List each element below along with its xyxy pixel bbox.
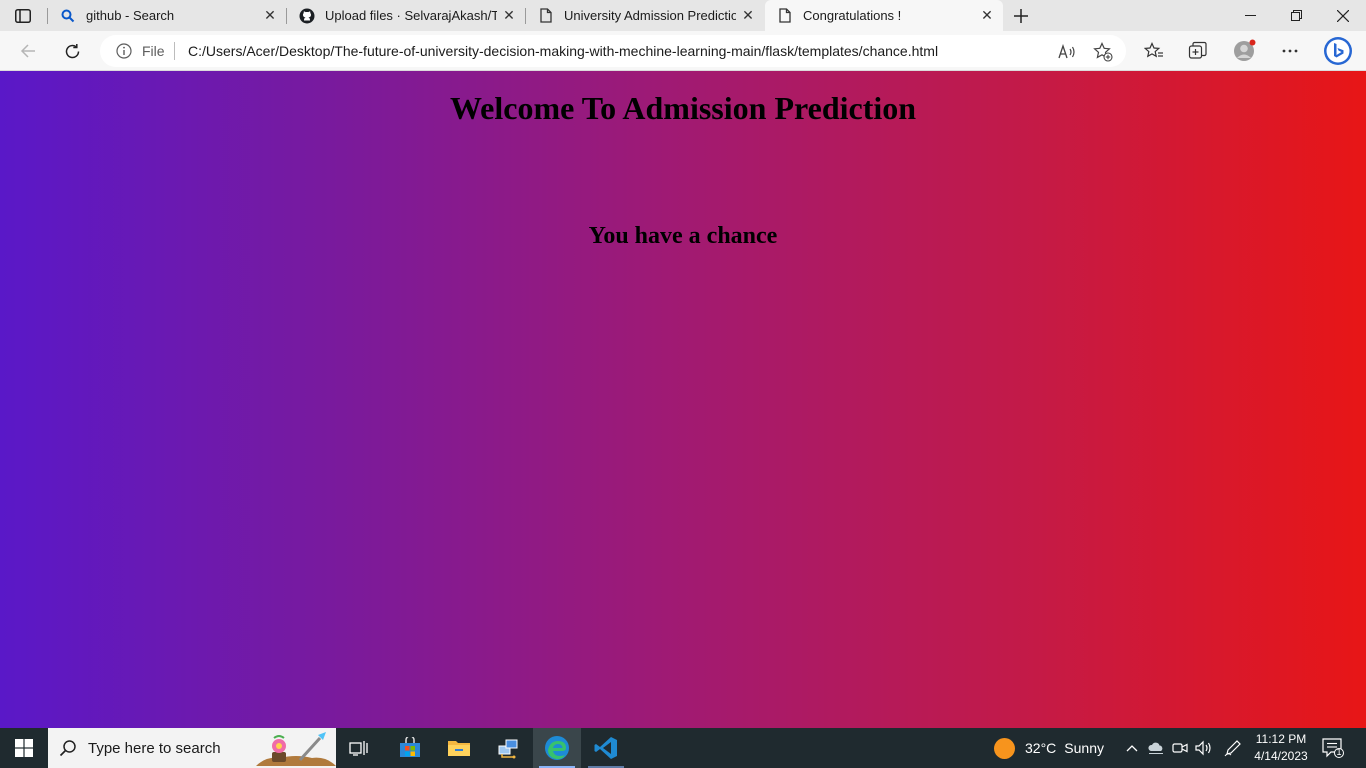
url-text[interactable]: C:/Users/Acer/Desktop/The-future-of-univ… [188, 43, 938, 59]
notification-count: 1 [1336, 747, 1342, 757]
close-window-button[interactable] [1320, 0, 1366, 31]
pen-icon [1224, 740, 1241, 757]
read-aloud-button[interactable] [1056, 41, 1078, 63]
close-tab-icon[interactable]: ✕ [975, 4, 999, 28]
info-icon[interactable] [116, 43, 132, 59]
microsoft-store-button[interactable] [386, 728, 434, 768]
close-tab-icon[interactable]: ✕ [736, 4, 760, 28]
folder-icon [448, 741, 470, 756]
camera-icon [1172, 743, 1188, 753]
back-button[interactable] [13, 36, 43, 66]
network-computer-icon [498, 739, 518, 759]
favorites-button[interactable] [1139, 36, 1169, 66]
star-add-icon [1093, 42, 1113, 62]
weather-temperature: 32°C [1025, 740, 1057, 756]
weather-condition: Sunny [1064, 740, 1104, 756]
new-tab-button[interactable] [1008, 3, 1034, 29]
edge-browser-button[interactable] [533, 728, 581, 768]
tab-upload-files[interactable]: Upload files · SelvarajAkash/The- ✕ [287, 0, 525, 31]
scheme-label: File [142, 43, 165, 59]
url-separator [174, 42, 175, 60]
windows-icon [15, 739, 33, 757]
chevron-up-icon [1126, 745, 1138, 752]
close-tab-icon[interactable]: ✕ [258, 4, 282, 28]
more-icon [1282, 49, 1298, 53]
plus-icon [1014, 9, 1028, 23]
taskbar-search-box[interactable]: Type here to search [48, 728, 336, 768]
search-highlight-icon [256, 732, 336, 766]
show-hidden-icons-button[interactable] [1122, 738, 1142, 758]
cloud-icon [1148, 742, 1163, 754]
page-icon [777, 8, 793, 24]
close-tab-icon[interactable]: ✕ [497, 4, 521, 28]
clock-date: 4/14/2023 [1254, 749, 1308, 763]
minimize-icon [1244, 15, 1256, 16]
tab-label: University Admission Prediction [564, 8, 736, 23]
refresh-icon [65, 43, 79, 58]
task-view-icon [349, 741, 368, 756]
volume-button[interactable] [1194, 738, 1214, 758]
sun-icon [994, 737, 1015, 759]
weather-widget[interactable]: 32°C Sunny [994, 728, 1104, 768]
page-icon [538, 8, 554, 24]
minimize-button[interactable] [1227, 0, 1273, 31]
tab-label: Upload files · SelvarajAkash/The- [325, 8, 497, 23]
bing-icon [1324, 37, 1352, 65]
page-title: Welcome To Admission Prediction [449, 90, 917, 126]
profile-button[interactable] [1229, 36, 1259, 66]
start-button[interactable] [0, 728, 48, 768]
page-content: Welcome To Admission Prediction You have… [0, 71, 1366, 728]
tab-label: Congratulations ! [803, 8, 902, 23]
tab-actions-icon[interactable] [8, 6, 38, 26]
collections-button[interactable] [1183, 36, 1213, 66]
search-icon [59, 740, 76, 757]
search-icon [60, 8, 76, 24]
tab-label: github - Search [86, 8, 175, 23]
task-view-button[interactable] [336, 728, 384, 768]
prediction-result: You have a chance [588, 223, 778, 249]
collections-icon [1188, 41, 1207, 59]
store-icon [400, 737, 420, 757]
bing-chat-button[interactable] [1321, 34, 1355, 68]
search-placeholder: Type here to search [88, 740, 221, 757]
system-clock[interactable]: 11:12 PM 4/14/2023 [1248, 731, 1314, 765]
browser-tab-bar: github - Search ✕ Upload files · Selvara… [0, 0, 1366, 31]
meet-now-button[interactable] [1170, 738, 1190, 758]
github-icon [299, 8, 315, 24]
vscode-icon [594, 737, 617, 759]
taskbar: Type here to search 32°C Sunny 11:12 PM … [0, 728, 1366, 768]
network-app-button[interactable] [484, 728, 532, 768]
close-icon [1337, 9, 1349, 22]
file-explorer-button[interactable] [435, 728, 483, 768]
refresh-button[interactable] [57, 36, 87, 66]
speaker-icon [1195, 740, 1211, 756]
tab-github-search[interactable]: github - Search ✕ [48, 0, 286, 31]
read-aloud-icon [1058, 44, 1075, 59]
avatar-icon [1234, 39, 1256, 61]
restore-icon [1290, 10, 1302, 21]
tray-app-icon[interactable] [1146, 738, 1166, 758]
pen-workspace-button[interactable] [1223, 738, 1243, 758]
favorites-icon [1144, 42, 1163, 58]
tab-congratulations[interactable]: Congratulations ! ✕ [765, 0, 1003, 31]
vscode-button[interactable] [582, 728, 630, 768]
settings-more-button[interactable] [1275, 36, 1305, 66]
restore-button[interactable] [1273, 0, 1319, 31]
add-favorite-button[interactable] [1092, 41, 1114, 63]
tab-university-admission[interactable]: University Admission Prediction ✕ [526, 0, 764, 31]
back-arrow-icon [20, 44, 35, 58]
address-bar: File C:/Users/Acer/Desktop/The-future-of… [0, 31, 1366, 71]
edge-icon [545, 736, 569, 760]
url-field[interactable]: File C:/Users/Acer/Desktop/The-future-of… [100, 35, 1126, 67]
clock-time: 11:12 PM [1255, 732, 1307, 746]
notification-center-button[interactable]: 1 [1322, 738, 1344, 758]
